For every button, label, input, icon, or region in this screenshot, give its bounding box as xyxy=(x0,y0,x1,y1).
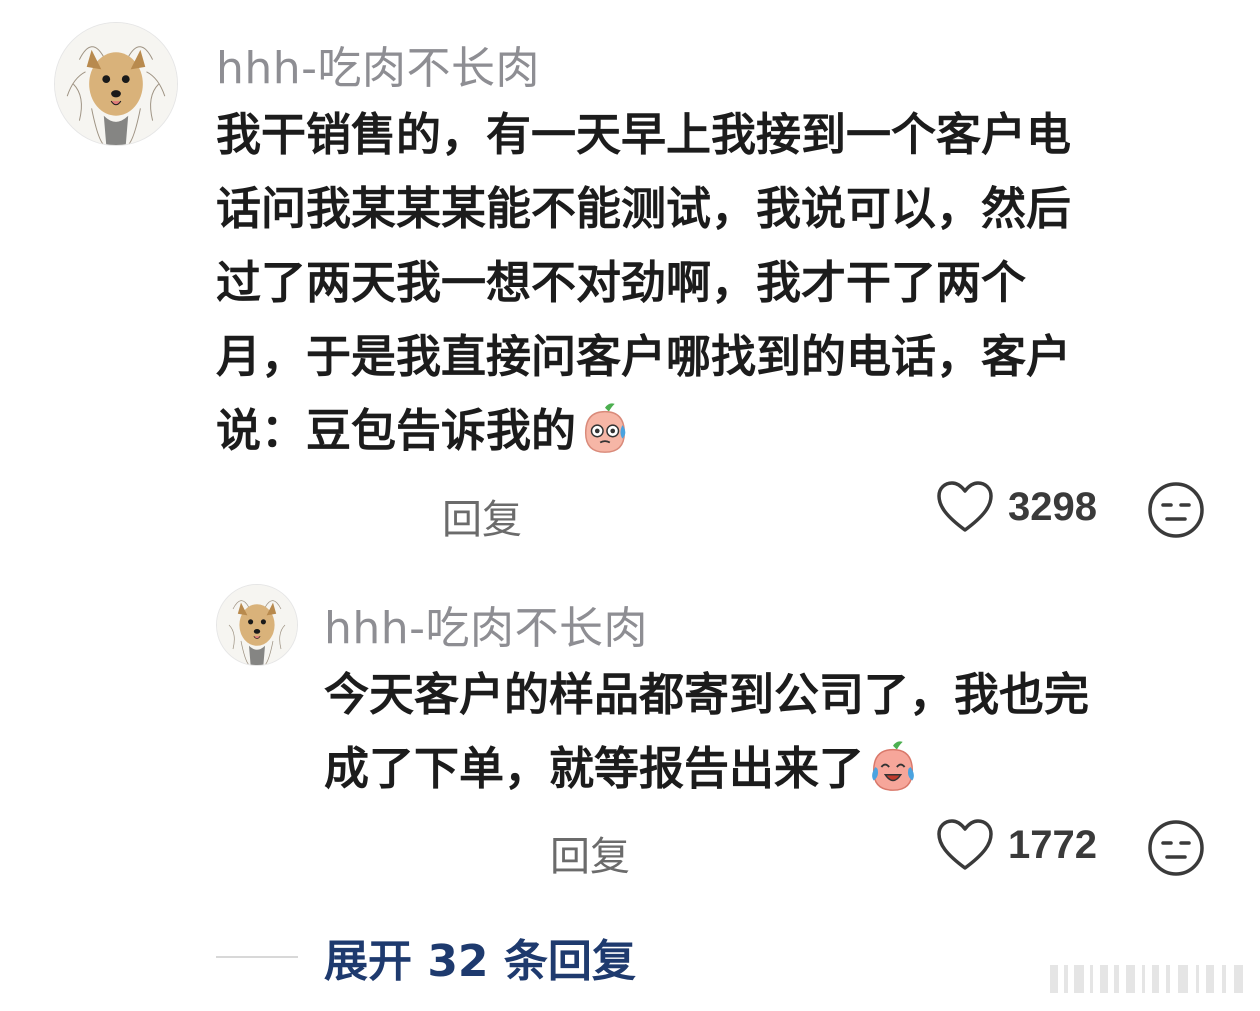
expand-replies-label: 展开 32 条回复 xyxy=(324,936,636,987)
heart-icon xyxy=(937,481,993,532)
comment-line: 说：豆包告诉我的 xyxy=(216,404,577,457)
username[interactable]: hhh-吃肉不长肉 xyxy=(324,592,648,656)
reply-text: 今天客户的样品都寄到公司了，我也完 成了下单，就等报告出来了 xyxy=(324,658,1144,806)
reply-button[interactable]: 回复 xyxy=(550,824,630,882)
comment-line: 过了两天我一想不对劲啊，我才干了两个 xyxy=(216,256,1027,309)
yorkie-dog-avatar-icon xyxy=(217,585,297,665)
watermark-icon xyxy=(1050,965,1243,993)
comment-line: 今天客户的样品都寄到公司了，我也完 xyxy=(324,668,1090,721)
heart-icon xyxy=(937,819,993,870)
dislike-button[interactable] xyxy=(1146,818,1206,878)
avatar[interactable] xyxy=(216,584,298,666)
avatar[interactable] xyxy=(54,22,178,146)
comment-line: 月，于是我直接问客户哪找到的电话，客户 xyxy=(216,330,1072,383)
username[interactable]: hhh-吃肉不长肉 xyxy=(216,32,540,96)
like-count: 3298 xyxy=(1008,484,1097,529)
comment-line-last: 说：豆包告诉我的 xyxy=(216,394,1136,468)
comment-line: 成了下单，就等报告出来了 xyxy=(324,742,865,795)
divider xyxy=(216,956,298,958)
nervous-peach-emoji-icon xyxy=(584,403,626,453)
comment-line: 我干销售的，有一天早上我接到一个客户电 xyxy=(216,108,1072,161)
comment-line: 话问我某某某能不能测试，我说可以，然后 xyxy=(216,182,1072,235)
meh-face-icon xyxy=(1148,482,1204,538)
like-button[interactable]: 1772 xyxy=(936,818,1097,872)
comment-line-last: 成了下单，就等报告出来了 xyxy=(324,732,1144,806)
yorkie-dog-avatar-icon xyxy=(55,23,177,145)
like-count: 1772 xyxy=(1008,822,1097,867)
expand-replies-button[interactable]: 展开 32 条回复 xyxy=(216,925,636,989)
comment-text: 我干销售的，有一天早上我接到一个客户电 话问我某某某能不能测试，我说可以，然后 … xyxy=(216,98,1136,468)
crying-laughing-peach-emoji-icon xyxy=(872,741,914,791)
meh-face-icon xyxy=(1148,820,1204,876)
dislike-button[interactable] xyxy=(1146,480,1206,540)
like-button[interactable]: 3298 xyxy=(936,480,1097,534)
reply-button[interactable]: 回复 xyxy=(442,487,522,545)
